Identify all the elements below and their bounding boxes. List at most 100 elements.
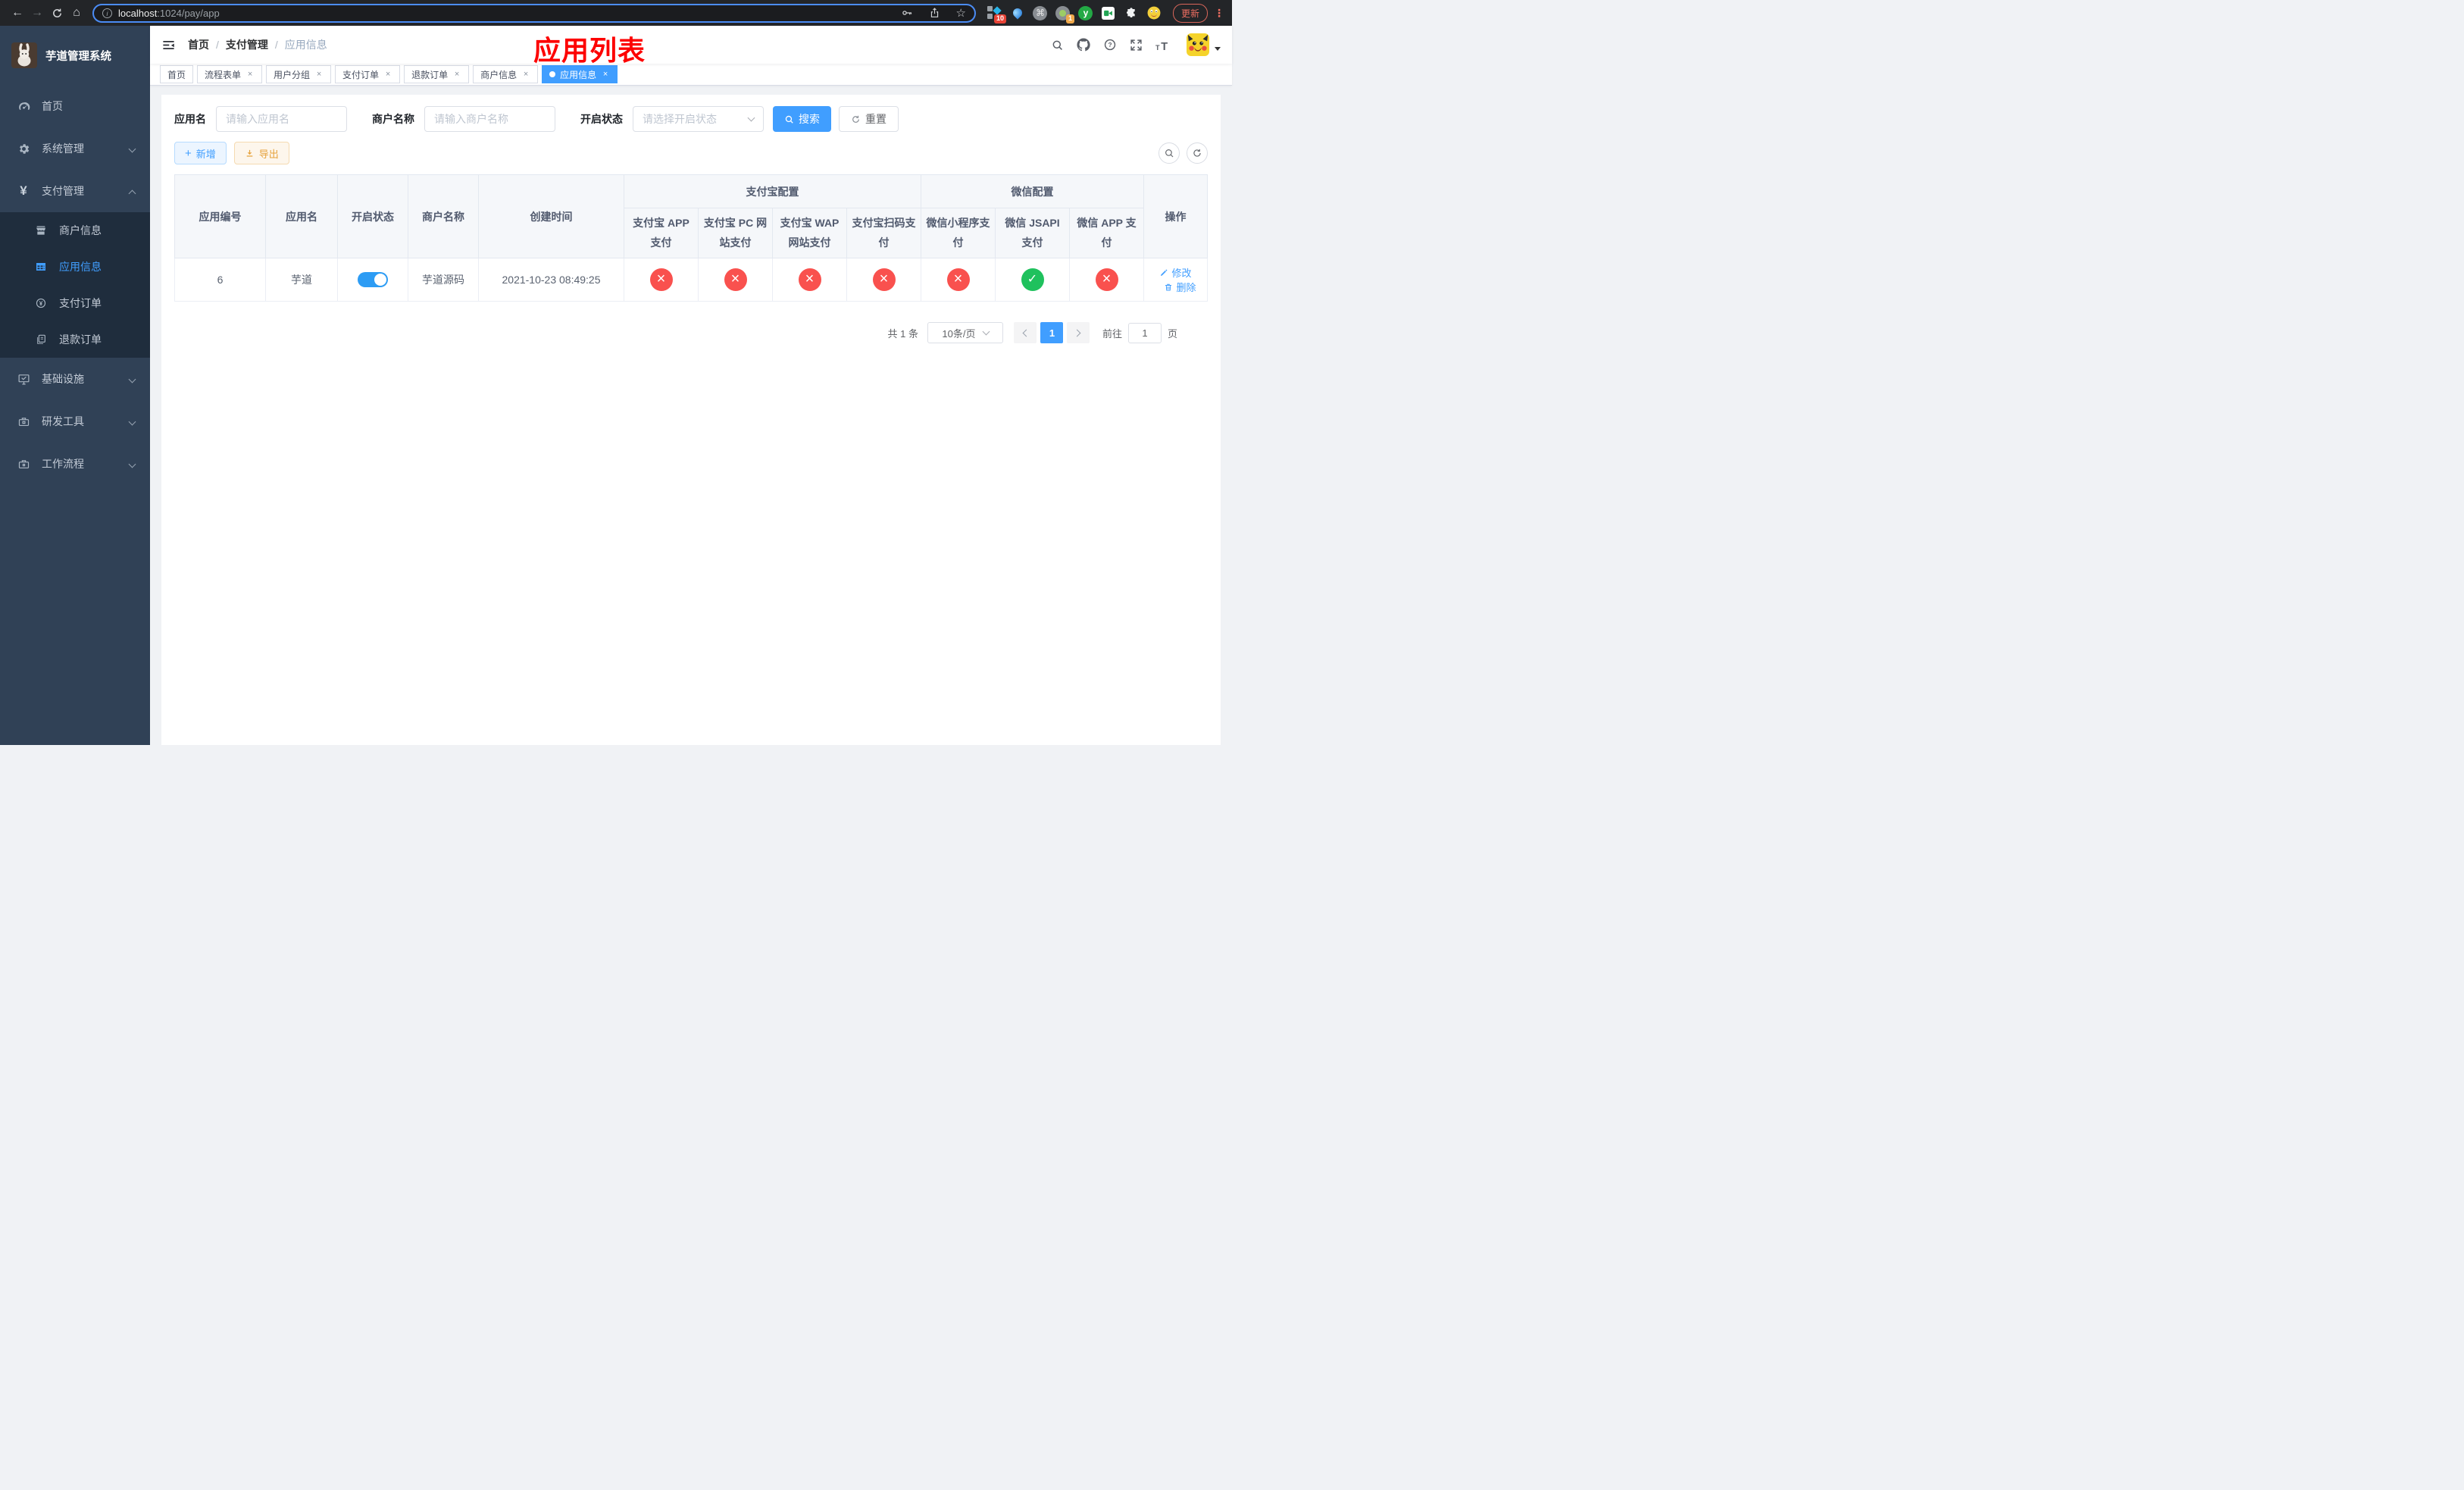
pagination: 共 1 条 10条/页 1 前往 页: [174, 322, 1177, 343]
share-icon[interactable]: [929, 7, 940, 19]
bookmark-star-icon[interactable]: ☆: [956, 6, 966, 20]
tab-pay-orders[interactable]: 支付订单: [335, 65, 401, 83]
ext-meet-icon[interactable]: [1101, 4, 1116, 22]
prev-page-button[interactable]: [1014, 322, 1037, 343]
tab-close-icon[interactable]: [314, 70, 324, 79]
sidebar-item-label: 工作流程: [42, 458, 84, 470]
reset-button[interactable]: 重置: [839, 106, 899, 132]
cell-app-id: 6: [174, 258, 266, 302]
chevron-down-icon: [982, 327, 990, 336]
ext-badge: 1: [1065, 14, 1074, 23]
sidebar-item-system[interactable]: 系统管理: [0, 127, 150, 170]
next-page-button[interactable]: [1067, 322, 1090, 343]
breadcrumb-item[interactable]: 支付管理: [226, 37, 268, 52]
fullscreen-icon[interactable]: [1130, 39, 1143, 52]
toggle-search-button[interactable]: [1159, 142, 1180, 164]
tab-refund-orders[interactable]: 退款订单: [404, 65, 470, 83]
logo-image: [11, 42, 37, 68]
top-navbar: 首页 / 支付管理 / 应用信息 应用列表 ? T T: [150, 26, 1232, 66]
sidebar-item-home[interactable]: 首页: [0, 85, 150, 127]
search-button[interactable]: 搜索: [773, 106, 831, 132]
chevron-down-icon: [128, 145, 136, 153]
reload-icon[interactable]: [47, 8, 67, 19]
chevron-down-icon: [747, 114, 755, 121]
table-row: 6 芋道 芋道源码 2021-10-23 08:49:25 × × × × × …: [174, 258, 1208, 302]
tab-close-icon[interactable]: [521, 70, 530, 79]
export-button[interactable]: 导出: [233, 142, 289, 164]
back-icon[interactable]: ←: [8, 7, 27, 19]
status-select[interactable]: 请选择开启状态: [633, 106, 764, 132]
sidebar-item-infrastructure[interactable]: 基础设施: [0, 358, 150, 400]
sidebar-item-merchant-info[interactable]: 商户信息: [0, 212, 150, 249]
help-icon[interactable]: ?: [1103, 38, 1117, 52]
alipay-wap-status-icon: [798, 268, 821, 291]
sidebar-item-pay-orders[interactable]: 支付订单: [0, 285, 150, 321]
sidebar-item-app-info[interactable]: 应用信息: [0, 249, 150, 285]
browser-menu-icon[interactable]: [1214, 7, 1224, 20]
sidebar-item-label: 支付管理: [42, 185, 84, 197]
tab-process-form[interactable]: 流程表单: [197, 65, 263, 83]
col-status: 开启状态: [337, 174, 408, 258]
tab-home[interactable]: 首页: [160, 65, 194, 83]
user-avatar-menu[interactable]: [1187, 33, 1221, 56]
ext-emoji-icon[interactable]: [1146, 4, 1162, 22]
sidebar-item-workflow[interactable]: 工作流程: [0, 443, 150, 485]
tab-user-group[interactable]: 用户分组: [266, 65, 332, 83]
ext-y-icon[interactable]: y: [1078, 4, 1093, 22]
app-title: 芋道管理系统: [45, 50, 111, 63]
app-logo[interactable]: 芋道管理系统: [0, 26, 150, 85]
merchant-name-input[interactable]: [424, 106, 555, 132]
tab-close-icon[interactable]: [383, 70, 392, 79]
wechat-app-status-icon: [1095, 268, 1118, 291]
sidebar-item-refund-orders[interactable]: 退款订单: [0, 321, 150, 358]
github-icon[interactable]: [1077, 38, 1090, 52]
chevron-down-icon: [128, 375, 136, 383]
search-icon[interactable]: [1051, 39, 1064, 52]
chevron-down-icon: [128, 460, 136, 468]
page-1-button[interactable]: 1: [1040, 322, 1064, 343]
breadcrumb-item-current: 应用信息: [284, 39, 327, 51]
col-merchant: 商户名称: [408, 174, 479, 258]
edit-link[interactable]: 修改: [1159, 265, 1192, 280]
ext-devtools-kit-icon[interactable]: 10: [987, 4, 1006, 23]
sidebar-item-payment[interactable]: ¥ 支付管理: [0, 170, 150, 212]
caret-down-icon: [1215, 46, 1221, 51]
ext-puzzle-icon[interactable]: [1124, 4, 1139, 22]
browser-update-button[interactable]: 更新: [1172, 3, 1208, 23]
ext-pin-icon[interactable]: [1010, 4, 1025, 22]
add-button[interactable]: + 新增: [174, 142, 227, 164]
page-size-select[interactable]: 10条/页: [927, 322, 1003, 343]
col-wechat-mini: 微信小程序支付: [921, 208, 996, 258]
breadcrumb-separator: /: [216, 39, 219, 51]
yen-icon: ¥: [20, 183, 27, 198]
sidebar-item-label: 应用信息: [59, 261, 102, 273]
status-select-placeholder: 请选择开启状态: [643, 113, 717, 125]
password-key-icon[interactable]: [901, 7, 913, 19]
ext-command-icon[interactable]: [1033, 4, 1048, 22]
tab-close-icon[interactable]: [452, 70, 461, 79]
group-wechat-config: 微信配置: [921, 174, 1144, 208]
goto-page-input[interactable]: [1127, 322, 1162, 343]
site-info-icon[interactable]: i: [102, 8, 112, 18]
refresh-button[interactable]: [1187, 142, 1208, 164]
tab-close-icon[interactable]: [245, 70, 255, 79]
url-text[interactable]: localhost:1024/pay/app: [118, 8, 220, 19]
documents-icon: [34, 333, 48, 346]
ext-recorder-icon[interactable]: 1: [1055, 4, 1074, 23]
col-created: 创建时间: [478, 174, 624, 258]
forward-icon[interactable]: →: [27, 7, 47, 19]
sidebar-collapse-icon[interactable]: [161, 38, 176, 52]
cell-app-name: 芋道: [265, 258, 338, 302]
sidebar-item-dev-tools[interactable]: 研发工具: [0, 400, 150, 443]
home-icon[interactable]: ⌂: [67, 7, 86, 19]
breadcrumb-item[interactable]: 首页: [188, 37, 209, 52]
sidebar-item-label: 支付订单: [59, 297, 102, 309]
tab-merchant-info[interactable]: 商户信息: [473, 65, 539, 83]
font-size-icon[interactable]: TT: [1155, 39, 1171, 51]
page-title-overlay: 应用列表: [533, 35, 646, 66]
delete-link[interactable]: 删除: [1164, 280, 1196, 294]
app-name-input[interactable]: [216, 106, 347, 132]
address-bar[interactable]: i localhost:1024/pay/app ☆: [92, 3, 976, 23]
tab-close-icon[interactable]: [601, 70, 610, 79]
status-toggle[interactable]: [358, 272, 388, 287]
